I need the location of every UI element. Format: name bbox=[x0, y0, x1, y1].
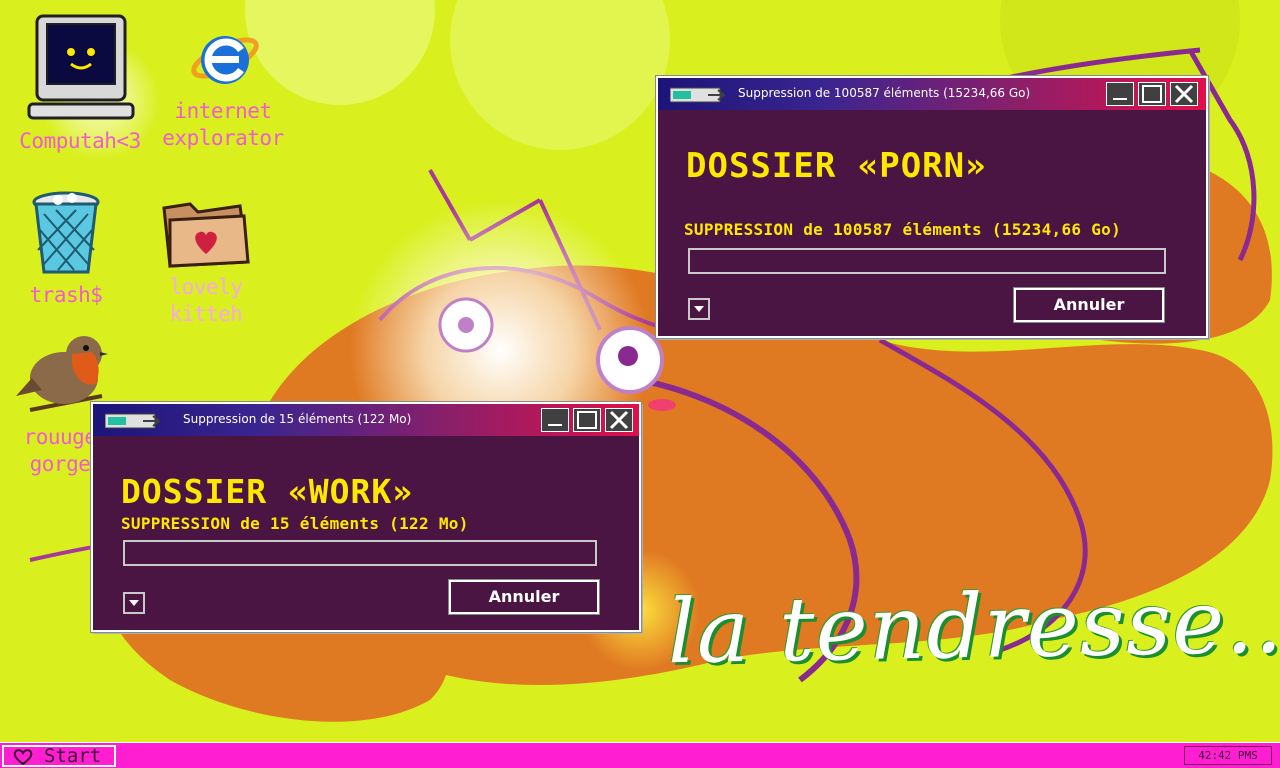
delete-dialog-work: Suppression de 15 éléments (122 Mo) DOSS… bbox=[90, 401, 642, 633]
taskbar-clock: 42:42 PMS bbox=[1184, 746, 1272, 765]
close-button[interactable] bbox=[1170, 82, 1198, 106]
cancel-button[interactable]: Annuler bbox=[1013, 287, 1165, 323]
chevron-down-icon bbox=[129, 600, 139, 606]
cancel-button[interactable]: Annuler bbox=[448, 579, 600, 615]
dialog-subtitle: SUPPRESSION de 100587 éléments (15234,66… bbox=[684, 220, 1122, 239]
wallpaper-slogan: la tendresse... bbox=[666, 568, 1280, 684]
maximize-button[interactable] bbox=[1138, 82, 1166, 106]
desktop-icon-label: trash$ bbox=[29, 283, 103, 307]
folder-heart-icon bbox=[140, 194, 272, 274]
heart-icon bbox=[12, 749, 34, 768]
dialog-title: Suppression de 100587 éléments (15234,66… bbox=[738, 86, 1031, 100]
deletion-progress-bar bbox=[123, 540, 597, 566]
desktop-icon-internet-explorer[interactable]: internet explorator bbox=[148, 22, 298, 152]
minimize-button[interactable] bbox=[541, 408, 569, 432]
close-button[interactable] bbox=[605, 408, 633, 432]
desktop-icon-lovely-kitteh[interactable]: lovely kitteh bbox=[140, 194, 272, 328]
delete-dialog-porn: Suppression de 100587 éléments (15234,66… bbox=[655, 75, 1209, 339]
desktop-icon-label: Computah<3 bbox=[19, 129, 141, 153]
start-button[interactable]: Start bbox=[2, 745, 116, 767]
desktop-icon-label: internet explorator bbox=[162, 99, 284, 150]
window-app-icon bbox=[669, 86, 726, 104]
chevron-down-icon bbox=[694, 306, 704, 312]
desktop-icon-label: lovely kitteh bbox=[169, 275, 243, 326]
minimize-button[interactable] bbox=[1106, 82, 1134, 106]
dialog-heading: DOSSIER «PORN» bbox=[686, 146, 987, 186]
computer-icon bbox=[4, 12, 156, 128]
internet-explorer-icon bbox=[148, 22, 298, 98]
details-toggle-button[interactable] bbox=[123, 592, 145, 614]
dialog-heading: DOSSIER «WORK» bbox=[121, 472, 414, 511]
dialog-titlebar[interactable]: Suppression de 100587 éléments (15234,66… bbox=[658, 78, 1206, 110]
window-app-icon bbox=[104, 412, 161, 430]
maximize-button[interactable] bbox=[573, 408, 601, 432]
details-toggle-button[interactable] bbox=[688, 298, 710, 320]
start-label: Start bbox=[44, 745, 102, 767]
trash-icon bbox=[8, 190, 124, 282]
deletion-progress-bar bbox=[688, 248, 1166, 274]
dialog-title: Suppression de 15 éléments (122 Mo) bbox=[183, 412, 412, 426]
dialog-subtitle: SUPPRESSION de 15 éléments (122 Mo) bbox=[121, 514, 469, 533]
desktop-icon-trash[interactable]: trash$ bbox=[8, 190, 124, 309]
desktop-icon-computer[interactable]: Computah<3 bbox=[4, 12, 156, 155]
dialog-titlebar[interactable]: Suppression de 15 éléments (122 Mo) bbox=[93, 404, 639, 436]
taskbar: Start 42:42 PMS bbox=[0, 742, 1280, 768]
